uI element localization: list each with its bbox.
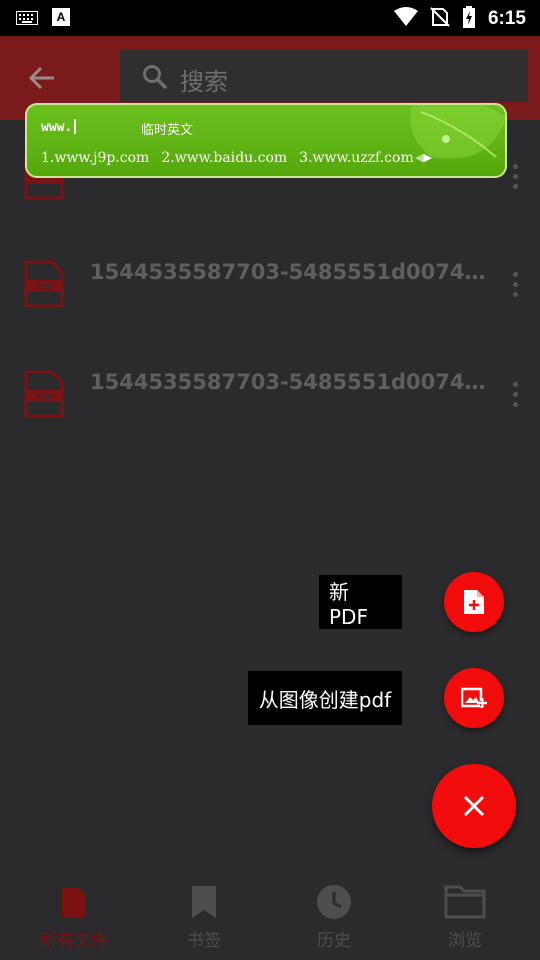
nav-item-bookmarks[interactable]: 书签 (139, 882, 269, 951)
svg-text:A: A (57, 10, 66, 24)
file-name: 1544535587703-5485551d007440... (90, 260, 495, 284)
leaf-decoration-icon (410, 105, 505, 159)
close-icon (463, 795, 485, 817)
search-input[interactable]: 搜索 (180, 62, 228, 97)
ime-candidate-bar: www. 临时英文 1.www.j9p.com 2.www.baidu.com … (25, 103, 507, 178)
nav-label: 书签 (187, 931, 221, 951)
ime-composing-text: www. (41, 119, 77, 135)
battery-charging-icon (462, 6, 476, 32)
ime-candidate[interactable]: 3.www.uzzf.com (299, 150, 414, 166)
clock: 6:15 (487, 8, 526, 29)
nav-label: 浏览 (448, 931, 482, 951)
nav-item-history[interactable]: 历史 (269, 882, 399, 951)
create-from-image-label[interactable]: 从图像创建pdf (248, 671, 402, 725)
more-options-icon[interactable] (512, 382, 520, 410)
nav-item-browse[interactable]: 浏览 (400, 882, 530, 951)
status-bar: A 6:15 (0, 0, 540, 36)
back-button[interactable] (26, 62, 58, 94)
no-sim-icon (430, 7, 450, 31)
more-options-icon[interactable] (512, 272, 520, 300)
arrow-left-icon (28, 66, 54, 90)
create-from-image-button[interactable] (444, 668, 504, 728)
add-image-icon (461, 687, 487, 708)
svg-text:PDF: PDF (36, 283, 52, 292)
nav-label: 历史 (317, 931, 351, 951)
wifi-icon (393, 7, 418, 31)
pdf-file-icon: PDF (24, 370, 64, 418)
chevron-left-icon[interactable]: ◀ (415, 151, 423, 164)
a-font-icon: A (52, 8, 70, 30)
list-item[interactable]: PDF 1544535587703-5485551d007440... (0, 230, 540, 340)
list-item[interactable]: PDF 1544535587703-5485551d007440... (0, 340, 540, 450)
text-caret (74, 119, 77, 134)
clock-icon (317, 885, 351, 919)
nav-label: 所有文件 (40, 931, 108, 951)
new-pdf-button[interactable] (444, 572, 504, 632)
file-name: 1544535587703-5485551d007440... (90, 370, 495, 394)
bottom-navigation: 所有文件 书签 历史 浏览 (0, 870, 540, 960)
new-file-icon (464, 590, 484, 614)
ime-page-arrows[interactable]: ◀▶ (415, 151, 432, 164)
new-pdf-label[interactable]: 新 PDF (319, 575, 402, 629)
svg-text:PDF: PDF (36, 393, 52, 402)
bookmark-icon (192, 886, 216, 918)
search-box[interactable]: 搜索 (120, 50, 528, 102)
ime-candidate[interactable]: 1.www.j9p.com (41, 150, 149, 166)
ime-candidates: 1.www.j9p.com 2.www.baidu.com 3.www.uzzf… (41, 150, 414, 166)
file-icon (62, 887, 86, 917)
fab-close-button[interactable] (432, 764, 516, 848)
ime-mode-label[interactable]: 临时英文 (141, 119, 193, 138)
chevron-right-icon[interactable]: ▶ (423, 151, 431, 164)
ime-candidate[interactable]: 2.www.baidu.com (161, 150, 287, 166)
search-icon (142, 64, 168, 94)
folder-icon (444, 885, 486, 919)
keyboard-icon (16, 10, 38, 29)
pdf-file-icon: PDF (24, 260, 64, 308)
more-options-icon[interactable] (512, 164, 520, 192)
nav-item-all-files[interactable]: 所有文件 (9, 882, 139, 951)
